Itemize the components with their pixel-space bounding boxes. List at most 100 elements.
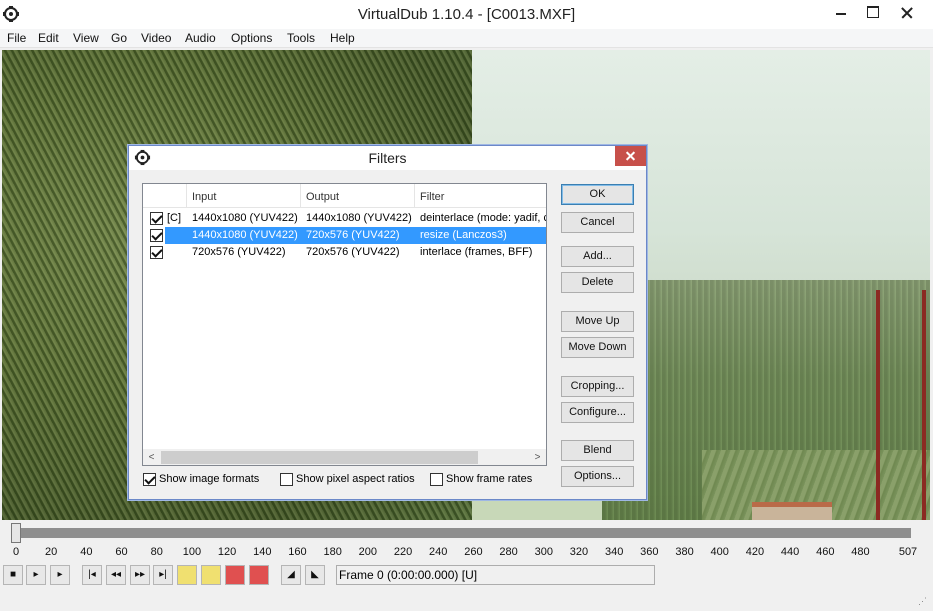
menu-audio[interactable]: Audio [185,31,216,45]
scroll-right-arrow[interactable]: > [529,449,546,465]
video-house [752,502,832,520]
timeline-tick-label: 200 [358,546,378,558]
end-icon[interactable]: ▸| [153,565,173,585]
stop-icon[interactable]: ■ [3,565,23,585]
position-track[interactable] [16,528,911,538]
column-header-input[interactable]: Input [187,184,301,208]
checkbox-box[interactable] [143,473,156,486]
video-pole [922,290,926,520]
resize-grip-icon[interactable]: ⋰ [918,596,928,606]
maximize-button[interactable] [856,0,889,26]
prev-key-icon[interactable] [177,565,197,585]
virtualdub-window: VirtualDub 1.10.4 - [C0013.MXF] File Edi… [0,0,933,611]
minimize-button[interactable] [825,0,858,26]
dialog-title-bar: Filters [129,146,646,170]
checkbox-box[interactable] [280,473,293,486]
filter-row-selected[interactable]: 1440x1080 (YUV422) 720x576 (YUV422) resi… [143,227,546,244]
start-icon[interactable]: |◂ [82,565,102,585]
timeline-tick-label: 20 [45,546,58,558]
menu-view[interactable]: View [73,31,99,45]
menu-file[interactable]: File [7,31,26,45]
timeline: 0 20 40 60 80 100 120 140 160 180 200 220 240 260 280 3… [0,520,933,562]
checkbox-label: Show pixel aspect ratios [296,473,415,485]
filter-output-format: 1440x1080 (YUV422) [306,212,412,224]
options-button[interactable]: Options... [561,466,634,487]
scrollbar-thumb[interactable] [161,451,478,464]
horizontal-scrollbar[interactable]: < > [143,449,546,465]
next-key-icon[interactable] [201,565,221,585]
filter-enable-checkbox[interactable] [150,246,163,259]
filter-input-format: 720x576 (YUV422) [192,246,286,258]
timeline-tick-label: 120 [217,546,237,558]
cancel-button[interactable]: Cancel [561,212,634,233]
timeline-tick-label: 140 [253,546,272,558]
play-output-icon[interactable]: ▸ [50,565,70,585]
video-pole [876,290,880,520]
timeline-tick-label: 380 [675,546,694,558]
frame-status: Frame 0 (0:00:00.000) [U] [336,565,655,585]
close-button[interactable] [890,0,923,26]
filter-flag: [C] [167,212,182,224]
filter-name: resize (Lanczos3) [420,229,507,241]
filter-enable-checkbox[interactable] [150,212,163,225]
delete-button[interactable]: Delete [561,272,634,293]
timeline-tick-label: 100 [182,546,202,558]
menu-edit[interactable]: Edit [38,31,59,45]
configure-button[interactable]: Configure... [561,402,634,423]
timeline-tick-label: 460 [816,546,835,558]
play-input-icon[interactable]: ▸ [26,565,46,585]
menu-tools[interactable]: Tools [287,31,315,45]
column-header-check[interactable] [143,184,187,208]
window-title: VirtualDub 1.10.4 - [C0013.MXF] [357,6,576,23]
timeline-tick-label: 260 [464,546,483,558]
timeline-tick-label: 240 [429,546,448,558]
timeline-tick-label: 280 [499,546,518,558]
dialog-close-button[interactable] [615,146,646,166]
filter-row[interactable]: 720x576 (YUV422) 720x576 (YUV422) interl… [143,244,546,261]
playback-toolbar: ■ ▸ ▸ |◂ ◂◂ ▸▸ ▸| ◢ ◣ Frame 0 (0:00:00.0… [0,562,933,590]
filter-list[interactable]: Input Output Filter [C] 1440x1080 (YUV42… [142,183,547,466]
column-header-output[interactable]: Output [301,184,415,208]
checkbox-label: Show image formats [159,473,260,485]
blend-button[interactable]: Blend [561,440,634,461]
timeline-tick-label: 440 [780,546,800,558]
cropping-button[interactable]: Cropping... [561,376,634,397]
filter-output-format: 720x576 (YUV422) [306,246,400,258]
timeline-tick-label: 480 [851,546,870,558]
filter-enable-checkbox[interactable] [150,229,163,242]
filter-output-format: 720x576 (YUV422) [306,229,400,241]
menu-video[interactable]: Video [141,31,171,45]
ok-button[interactable]: OK [561,184,634,205]
filter-name: deinterlace (mode: yadif, c [420,212,547,224]
menu-help[interactable]: Help [330,31,355,45]
scene-back-icon[interactable] [225,565,245,585]
add-button[interactable]: Add... [561,246,634,267]
timeline-tick-label: 400 [710,546,729,558]
mark-in-icon[interactable]: ◢ [281,565,301,585]
menu-go[interactable]: Go [111,31,127,45]
timeline-tick-label: 80 [150,546,163,558]
checkbox-box[interactable] [430,473,443,486]
column-header-filter[interactable]: Filter [415,184,546,208]
prev-frame-icon[interactable]: ◂◂ [106,565,126,585]
timeline-tick-label: 0 [12,546,20,558]
dialog-title: Filters [368,150,407,166]
timeline-tick-label: 507 [898,546,918,558]
filter-input-format: 1440x1080 (YUV422) [192,229,298,241]
timeline-tick-label: 40 [80,546,93,558]
timeline-tick-label: 420 [745,546,765,558]
scroll-left-arrow[interactable]: < [143,449,160,465]
mark-out-icon[interactable]: ◣ [305,565,325,585]
filter-row[interactable]: [C] 1440x1080 (YUV422) 1440x1080 (YUV422… [143,210,546,227]
move-up-button[interactable]: Move Up [561,311,634,332]
menu-bar: File Edit View Go Video Audio Options To… [0,29,933,48]
title-bar: VirtualDub 1.10.4 - [C0013.MXF] [0,0,933,29]
timeline-tick-label: 220 [393,546,413,558]
position-slider-thumb[interactable] [11,523,21,543]
move-down-button[interactable]: Move Down [561,337,634,358]
next-frame-icon[interactable]: ▸▸ [130,565,150,585]
timeline-tick-label: 60 [115,546,128,558]
timeline-tick-label: 340 [604,546,624,558]
menu-options[interactable]: Options [231,31,272,45]
scene-fwd-icon[interactable] [249,565,269,585]
